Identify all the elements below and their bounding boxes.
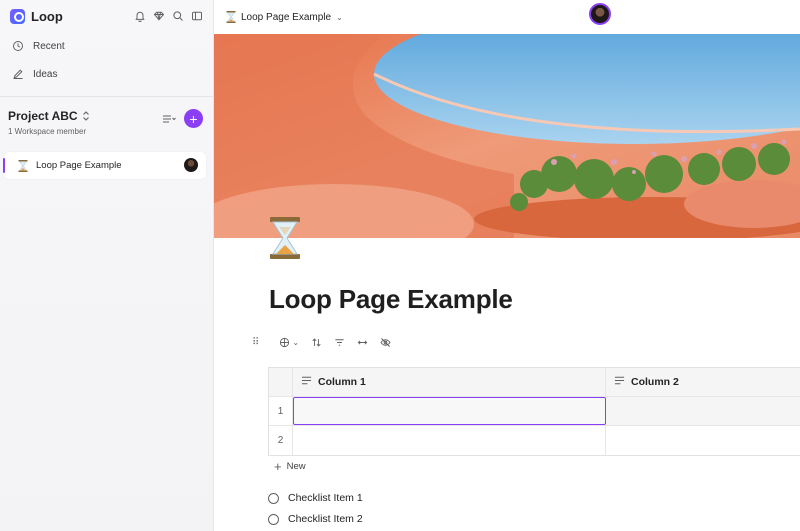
table-header-row: Column 1 Column 2	[269, 368, 800, 397]
column-width-button[interactable]	[357, 333, 368, 351]
search-icon[interactable]	[172, 10, 184, 22]
page-header: Loop Page Example ⌄	[214, 0, 800, 34]
drag-handle-icon[interactable]: ⠿	[252, 337, 259, 348]
bell-icon[interactable]	[134, 10, 146, 22]
sidebar: Loop Recent Ideas Project ABC 1 Workspac…	[0, 0, 214, 531]
text-column-icon	[614, 376, 625, 388]
row-number[interactable]: 2	[269, 426, 293, 455]
table-cell[interactable]	[606, 426, 800, 455]
loop-logo-icon	[10, 8, 25, 24]
row-number[interactable]: 1	[269, 397, 293, 425]
row-number-header	[269, 368, 293, 396]
clock-icon	[13, 41, 23, 51]
app-name: Loop	[31, 8, 63, 24]
list-icon	[163, 114, 176, 123]
add-row-button[interactable]: + New	[274, 460, 306, 473]
column-header-label: Column 1	[318, 376, 366, 388]
hourglass-icon[interactable]	[269, 217, 301, 259]
plus-icon: +	[274, 459, 282, 474]
selected-indicator	[3, 158, 5, 173]
chevron-down-icon[interactable]: ⌄	[336, 13, 343, 22]
table-row: 2	[269, 426, 800, 455]
column-header-1[interactable]: Column 1	[293, 368, 606, 396]
sidebar-item-ideas[interactable]: Ideas	[0, 60, 213, 88]
hourglass-icon	[18, 159, 28, 172]
hide-columns-button[interactable]	[380, 333, 391, 351]
breadcrumb-page-title[interactable]: Loop Page Example	[241, 12, 331, 23]
sort-button[interactable]	[311, 333, 322, 351]
text-column-icon	[301, 376, 312, 388]
view-options-button[interactable]	[162, 114, 176, 124]
sidebar-header: Loop	[0, 0, 213, 32]
column-header-label: Column 2	[631, 376, 679, 388]
filter-icon	[335, 338, 344, 346]
avatar[interactable]	[184, 158, 198, 172]
table-toolbar: ⠿ ⌄	[252, 333, 391, 351]
table-cell[interactable]	[293, 397, 606, 425]
table-view-button[interactable]: ⌄	[279, 333, 299, 351]
sidebar-page-title: Loop Page Example	[36, 160, 122, 171]
checkbox[interactable]	[268, 492, 279, 504]
checklist-item: Checklist Item 1	[268, 492, 363, 504]
checklist-item-label[interactable]: Checklist Item 2	[288, 513, 363, 525]
sidebar-item-label: Recent	[33, 40, 65, 52]
collapse-panel-icon[interactable]	[191, 10, 203, 22]
app-logo[interactable]: Loop	[10, 8, 63, 24]
page-title[interactable]: Loop Page Example	[269, 284, 513, 315]
sidebar-item-label: Ideas	[33, 68, 58, 80]
grid-icon	[280, 337, 290, 347]
resize-horizontal-icon	[357, 339, 368, 345]
workspace-header: Project ABC 1 Workspace member +	[0, 97, 213, 147]
diamond-icon[interactable]	[153, 10, 165, 22]
table-cell[interactable]	[293, 426, 606, 455]
main-content: Loop Page Example ⌄ Loop Page Example ⠿ …	[214, 0, 800, 531]
data-table: Column 1 Column 2 1 2	[268, 367, 800, 456]
checklist-item: Checklist Item 2	[268, 513, 363, 525]
checkbox[interactable]	[268, 513, 279, 525]
workspace-members: 1 Workspace member	[8, 127, 87, 136]
add-row-label: New	[286, 461, 306, 472]
filter-button[interactable]	[334, 333, 345, 351]
column-header-2[interactable]: Column 2	[606, 368, 800, 396]
collaborator-avatar[interactable]	[589, 3, 611, 25]
workspace-title: Project ABC	[8, 109, 78, 123]
hourglass-icon	[226, 11, 236, 23]
table-cell[interactable]	[606, 397, 800, 425]
pencil-note-icon	[13, 69, 23, 79]
sidebar-item-recent[interactable]: Recent	[0, 32, 213, 60]
cover-image[interactable]	[214, 34, 800, 238]
sort-icon	[312, 337, 321, 347]
checklist-item-label[interactable]: Checklist Item 1	[288, 492, 363, 504]
sidebar-page-loop-page-example[interactable]: Loop Page Example	[3, 152, 206, 179]
table-row: 1	[269, 397, 800, 426]
chevron-updown-icon	[82, 111, 89, 121]
eye-off-icon	[380, 337, 391, 347]
add-page-button[interactable]: +	[184, 109, 203, 128]
